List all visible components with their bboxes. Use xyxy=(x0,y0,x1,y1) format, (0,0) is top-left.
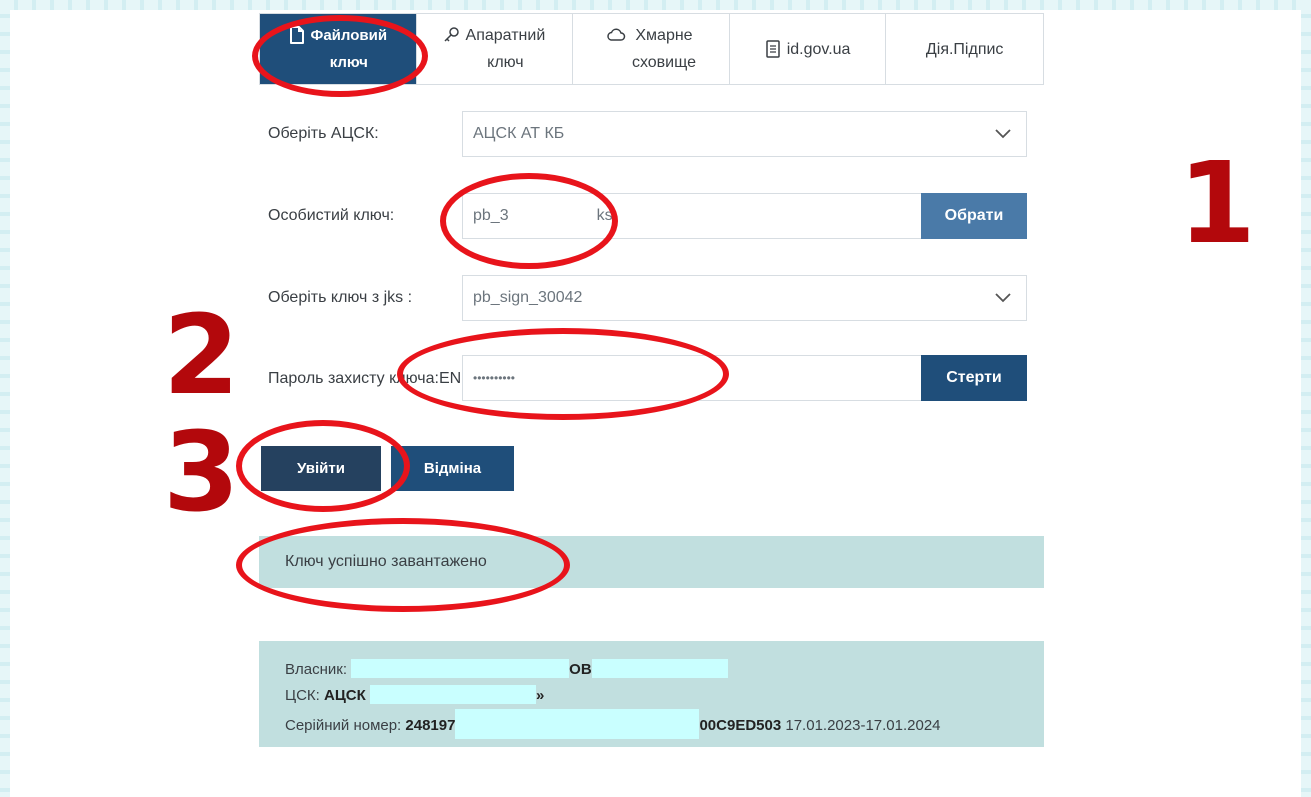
document-icon xyxy=(765,40,781,58)
decorative-border-top xyxy=(0,0,1311,10)
serial-end: 00C9ED503 xyxy=(699,717,782,734)
certificate-info-panel: Власник: ОВ ЦСК: АЦСК » Серійний номер: … xyxy=(259,641,1044,747)
validity-period: 17.01.2023-17.01.2024 xyxy=(785,717,941,734)
status-message: Ключ успішно завантажено xyxy=(285,553,487,570)
cancel-button[interactable]: Відміна xyxy=(391,446,514,491)
serial-line: Серійний номер: 248197 00C9ED503 17.01.20… xyxy=(285,709,1044,739)
tab-file-key[interactable]: Файловий ключ xyxy=(260,14,417,84)
owner-visible-part: ОВ xyxy=(569,661,592,678)
private-key-filename-end: ks xyxy=(596,207,613,224)
tab-id-gov-ua[interactable]: id.gov.ua xyxy=(730,14,887,84)
tab-label-line2: ключ xyxy=(329,54,368,71)
password-masked-value: •••••••••• xyxy=(473,371,516,385)
csk-value-tail: » xyxy=(535,687,545,704)
chevron-down-icon xyxy=(994,124,1012,142)
chevron-down-icon xyxy=(994,288,1012,306)
decorative-border-left xyxy=(0,0,10,797)
password-label-text: Пароль захисту ключа: xyxy=(268,370,439,387)
private-key-label: Особистий ключ: xyxy=(268,207,395,224)
key-icon xyxy=(444,26,460,44)
step-number-2: 2 xyxy=(163,291,240,419)
csk-label: ЦСК: xyxy=(285,687,320,704)
serial-start: 248197 xyxy=(405,717,456,734)
tab-label-line1: Апаратний xyxy=(465,27,546,44)
owner-label: Власник: xyxy=(285,661,347,678)
tab-label-line1: Файловий xyxy=(310,27,388,44)
key-type-tabs: Файловий ключ Апаратний ключ Хмарне схов… xyxy=(259,13,1044,85)
acsk-select[interactable]: АЦСК АТ КБ xyxy=(462,111,1027,157)
decorative-border-right xyxy=(1301,0,1311,797)
tab-label-line1: Дія.Підпис xyxy=(925,40,1004,58)
cloud-icon xyxy=(606,26,626,44)
csk-value: АЦСК xyxy=(324,687,366,704)
tab-diia-signature[interactable]: Дія.Підпис xyxy=(886,14,1043,84)
login-button[interactable]: Увійти xyxy=(261,446,381,491)
key-loaded-status-alert: Ключ успішно завантажено xyxy=(259,536,1044,588)
acsk-selected-value: АЦСК АТ КБ xyxy=(473,125,565,142)
password-input[interactable]: •••••••••• xyxy=(462,355,922,401)
file-icon xyxy=(289,26,305,44)
owner-line: Власник: ОВ xyxy=(285,657,1044,683)
tab-label-line1: id.gov.ua xyxy=(786,40,851,58)
redacted-owner-tail xyxy=(591,659,728,678)
password-label: Пароль захисту ключа:EN xyxy=(268,370,461,388)
jks-key-label: Оберіть ключ з jks : xyxy=(268,289,413,306)
jks-selected-value: pb_sign_30042 xyxy=(473,289,583,306)
clear-password-button[interactable]: Стерти xyxy=(921,355,1027,401)
csk-line: ЦСК: АЦСК » xyxy=(285,683,1044,709)
private-key-file-field[interactable]: pb_3 ks xyxy=(462,193,922,239)
step-number-3: 3 xyxy=(163,408,240,536)
redacted-owner xyxy=(351,659,570,678)
serial-label: Серійний номер: xyxy=(285,717,402,734)
keyboard-language-indicator: EN xyxy=(438,370,462,387)
tab-label-line2: сховище xyxy=(631,54,696,71)
choose-file-button[interactable]: Обрати xyxy=(921,193,1027,239)
tab-label-line1: Хмарне xyxy=(635,27,693,44)
step-number-1: 1 xyxy=(1178,139,1256,269)
acsk-label: Оберіть АЦСК: xyxy=(268,125,379,142)
redacted-serial xyxy=(455,709,700,739)
private-key-filename-start: pb_3 xyxy=(473,207,509,224)
jks-key-select[interactable]: pb_sign_30042 xyxy=(462,275,1027,321)
tab-cloud-storage[interactable]: Хмарне сховище xyxy=(573,14,730,84)
redacted-csk-name xyxy=(369,685,536,704)
tab-hardware-key[interactable]: Апаратний ключ xyxy=(417,14,574,84)
tab-label-line2: ключ xyxy=(487,54,524,71)
